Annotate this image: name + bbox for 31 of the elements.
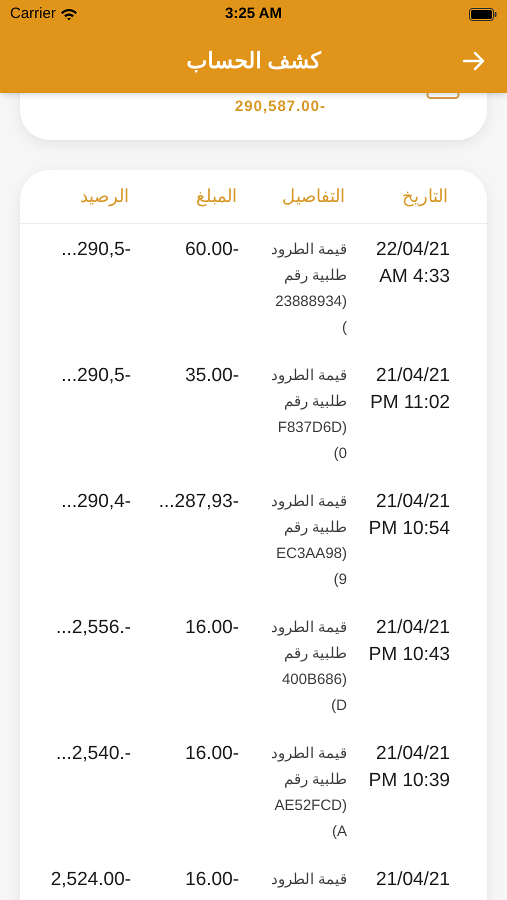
amount-cell-text: 16.00- <box>184 868 239 892</box>
status-time: 3:25 AM <box>225 4 282 24</box>
details-cell-text: قيمة الطرود <box>270 870 347 890</box>
date-cell-text: 21/04/21 PM 10:43 <box>368 616 450 667</box>
column-header: المبلغ <box>195 185 238 208</box>
summary-amount: 290,587.00- <box>234 97 326 117</box>
date-cell-text: 21/04/21 PM 10:39 <box>368 742 450 793</box>
carrier-label: Carrier <box>10 4 56 24</box>
wifi-icon <box>60 8 78 20</box>
date-cell-text: 21/04/21 <box>375 868 450 892</box>
date-cell-text: 21/04/21 PM 10:54 <box>368 490 450 541</box>
column-header: الرصيد <box>79 185 130 208</box>
balance-cell-text: 2,524.00- <box>50 868 131 892</box>
amount-cell-text: ...287,93- <box>158 490 239 514</box>
date-cell-text: 21/04/21 PM 11:02 <box>369 364 450 415</box>
balance-cell-text: ...2,556.- <box>55 616 131 640</box>
column-header: التاريخ <box>401 185 449 208</box>
amount-cell-text: 60.00- <box>184 238 239 262</box>
balance-cell-text: ...290,4- <box>60 490 131 514</box>
wallet-icon <box>426 90 460 100</box>
arrow-right-icon <box>462 50 486 72</box>
battery-icon <box>469 8 497 20</box>
balance-cell-text: ...290,5- <box>60 364 131 388</box>
page-title: كشف الحساب <box>186 47 321 75</box>
date-cell-text: 22/04/21 AM 4:33 <box>375 238 450 289</box>
balance-cell-text: ...290,5- <box>60 238 131 262</box>
column-header: التفاصيل <box>281 185 346 208</box>
amount-cell-text: 16.00- <box>184 616 239 640</box>
amount-cell-text: 35.00- <box>184 364 239 388</box>
amount-cell-text: 16.00- <box>184 742 239 766</box>
balance-cell-text: ...2,540.- <box>55 742 131 766</box>
